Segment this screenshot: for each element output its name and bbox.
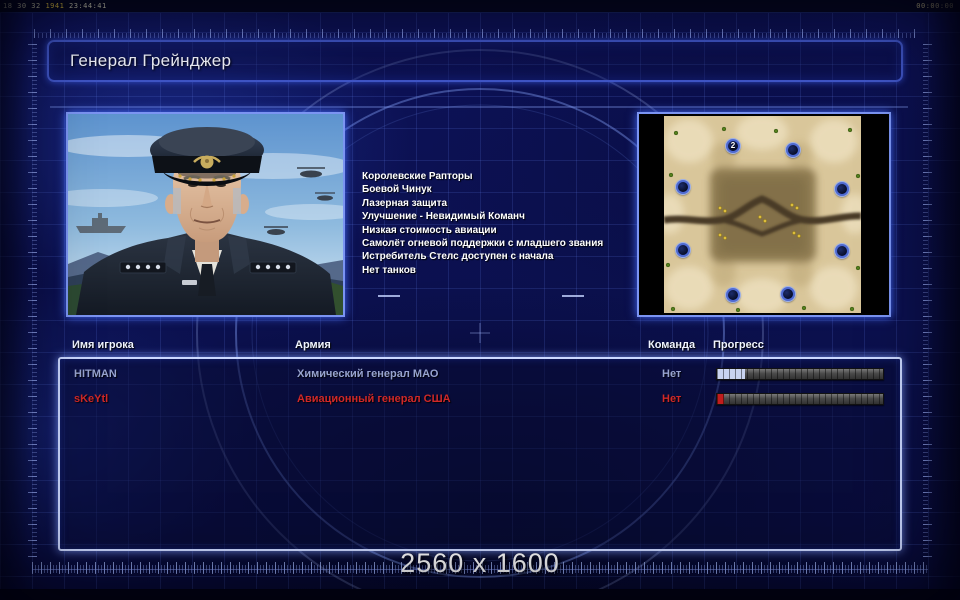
player-team: Нет [662,368,682,380]
column-header-player: Имя игрока [72,339,134,351]
top-ruler-ticks [34,29,916,38]
players-table: HITMAN Химический генерал МАО Нет sKeYtl… [58,357,902,551]
player-name: sKeYtl [74,393,109,405]
left-ruler-ticks [28,44,37,560]
loading-screen: 18 30 32 1941 23:44:41 00:00:00 Генерал … [0,0,960,600]
table-header-row: Имя игрока Армия Команда Прогресс [58,339,902,353]
resolution-label: 2560 x 1600 [400,548,560,578]
trait-item: Истребитель Стелс доступен с начала [362,251,554,263]
player-army: Химический генерал МАО [297,368,439,380]
progress-segments [717,394,883,404]
trait-item: Королевские Рапторы [362,171,473,182]
column-header-progress: Прогресс [713,339,764,351]
column-header-army: Армия [295,339,331,351]
map-terrain [664,116,861,313]
progress-segments [717,369,883,379]
column-header-team: Команда [648,339,696,351]
player-name: HITMAN [74,368,117,380]
loading-progress-bar [716,393,884,405]
loading-progress-bar [716,368,884,380]
debug-clock: 18 30 32 1941 23:44:41 [3,2,107,10]
time-of-day: 23:44:41 [69,2,107,10]
trait-item: Боевой Чинук [362,184,432,196]
trait-item: Улучшение - Невидимый Команч [362,211,525,223]
trait-item: Самолёт огневой поддержки с младшего зва… [362,238,604,250]
system-status-band: 18 30 32 1941 23:44:41 00:00:00 [0,0,960,13]
general-portrait-box [66,112,345,317]
title-bar: Генерал Грейнджер [47,40,903,82]
game-timer: 00:00:00 [916,2,954,10]
table-row: HITMAN Химический генерал МАО Нет [60,366,900,386]
table-row: sKeYtl Авиационный генерал США Нет [60,391,900,411]
player-team: Нет [662,393,682,405]
trait-item: Лазерная защита [362,197,448,209]
trait-item: Низкая стоимость авиации [362,224,497,236]
general-portrait [68,114,343,315]
chest-badge [182,280,197,285]
map-image: 2 [664,116,861,313]
trait-item: Нет танков [362,264,416,276]
right-ruler-ticks [923,44,932,560]
general-traits-list: Королевские Рапторы Боевой Чинук Лазерна… [362,170,640,277]
map-preview-box: 2 [637,112,891,317]
bottom-black-band [0,589,960,600]
page-title: Генерал Грейнджер [70,51,232,70]
player-army: Авиационный генерал США [297,393,451,405]
counter-accent: 1941 [45,2,65,10]
frame-counter: 18 30 32 [3,2,41,10]
map-preview: 2 [639,114,889,315]
